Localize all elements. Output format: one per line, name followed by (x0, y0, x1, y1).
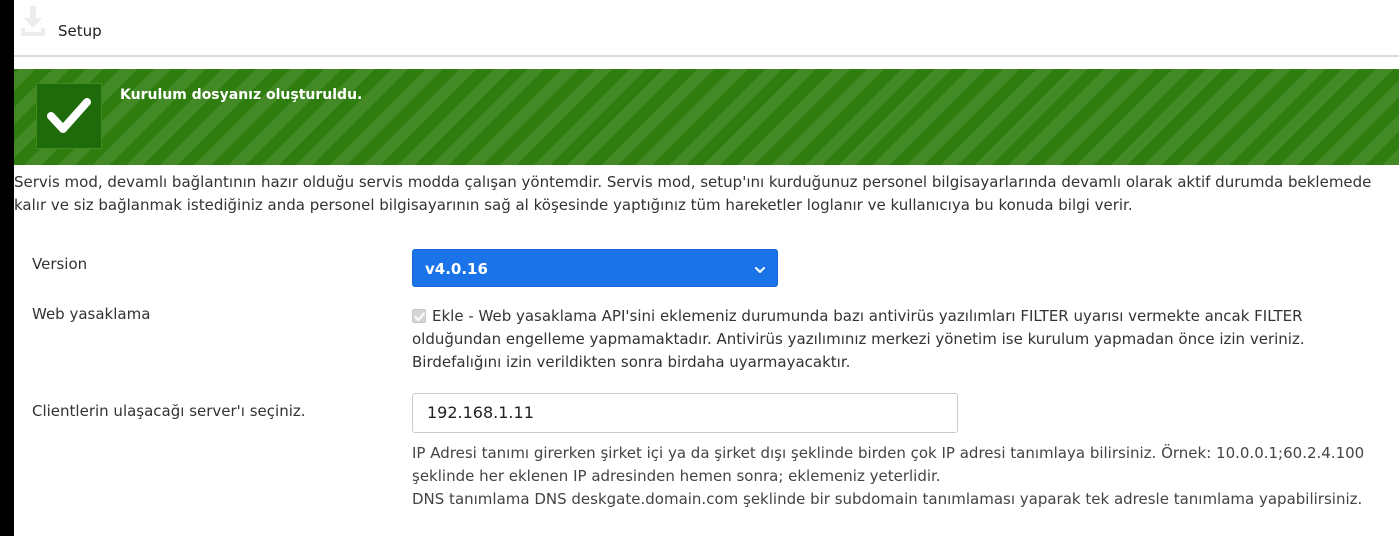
success-message: Kurulum dosyanız oluşturuldu. (120, 87, 363, 103)
web-block-text: Ekle - Web yasaklama API'sini eklemeniz … (412, 307, 1305, 371)
service-mode-description: Servis mod, devamlı bağlantının hazır ol… (14, 173, 1372, 214)
check-icon (36, 83, 102, 149)
server-label: Clientlerin ulaşacağı server'ı seçiniz. (32, 402, 306, 420)
chevron-down-icon (753, 262, 767, 281)
ip-help-text: IP Adresi tanımı girerken şirket içi ya … (412, 444, 1365, 485)
setup-page: Setup Kurulum dosyanız oluşturuldu. Serv… (14, 0, 1399, 536)
page-title: Setup (58, 22, 102, 40)
dns-help-text: DNS tanımlama DNS deskgate.domain.com şe… (412, 490, 1363, 508)
version-value: v4.0.16 (425, 260, 488, 278)
server-help-text: IP Adresi tanımı girerken şirket içi ya … (412, 442, 1372, 511)
title-bar: Setup (14, 0, 1399, 57)
success-alert: Kurulum dosyanız oluşturuldu. (14, 69, 1399, 165)
web-block-checkbox[interactable] (412, 309, 426, 323)
server-ip-input[interactable]: 192.168.1.11 (412, 393, 958, 433)
version-label: Version (32, 255, 88, 273)
web-block-label: Web yasaklama (32, 305, 151, 323)
download-icon (20, 6, 46, 36)
web-block-option: Ekle - Web yasaklama API'sini eklemeniz … (412, 305, 1372, 374)
version-select[interactable]: v4.0.16 (412, 249, 778, 287)
